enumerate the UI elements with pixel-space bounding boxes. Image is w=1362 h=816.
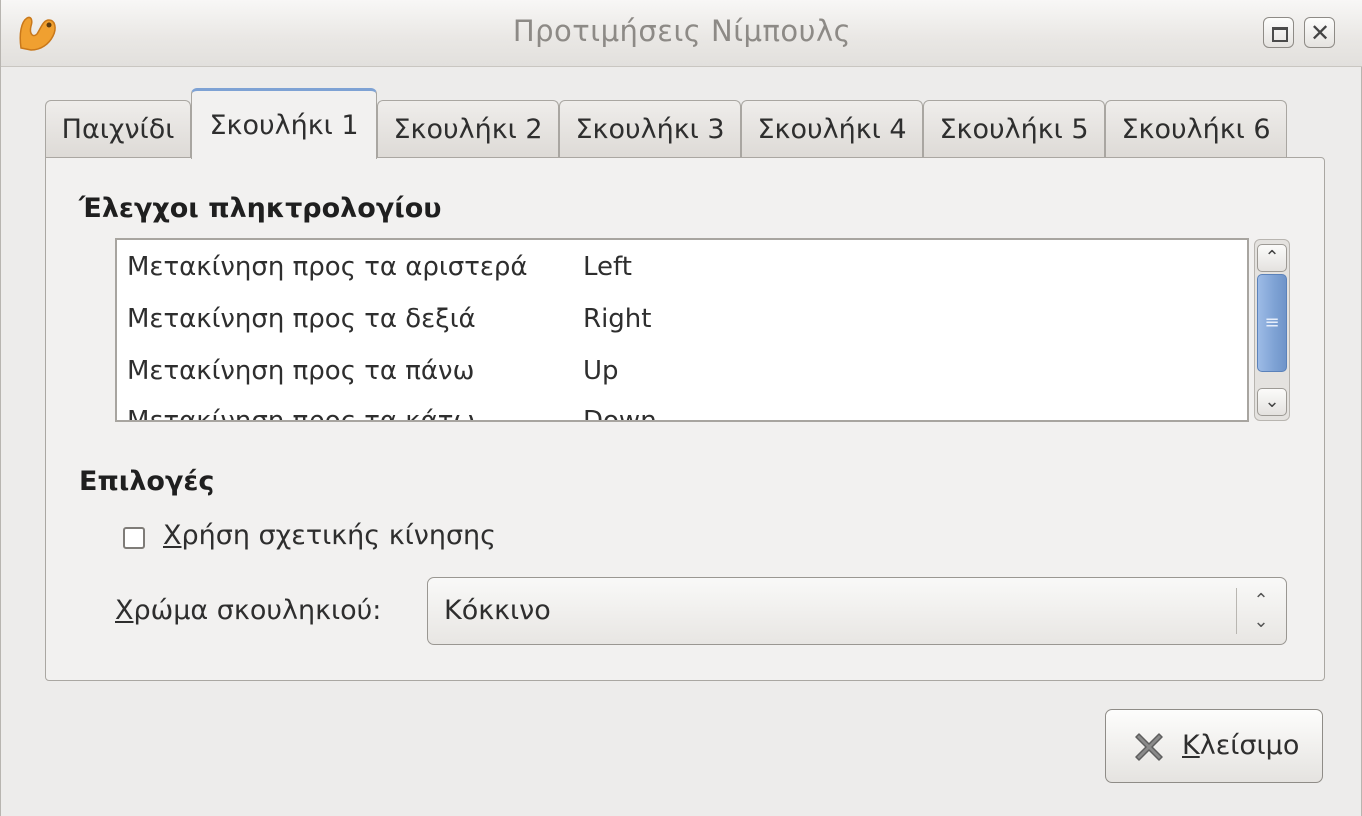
close-label: Κλείσιμο [1182, 730, 1299, 761]
close-button[interactable]: Κλείσιμο [1105, 709, 1323, 783]
scroll-down-button[interactable]: ⌄ [1257, 388, 1287, 416]
scroll-thumb[interactable]: ≡ [1257, 274, 1287, 372]
list-scrollbar[interactable]: ⌃ ≡ ⌄ [1254, 239, 1290, 421]
updown-arrows-icon: ⌃ ⌄ [1253, 590, 1269, 632]
tab-worm-2[interactable]: Σκουλήκι 2 [377, 100, 559, 158]
maximize-icon [1272, 27, 1288, 42]
grip-icon: ≡ [1264, 312, 1280, 333]
mnemonic: Χ [115, 595, 134, 626]
label-text: ρήση σχετικής κίνησης [181, 520, 497, 551]
maximize-button[interactable] [1263, 17, 1294, 48]
chevron-down-icon: ⌄ [1264, 391, 1280, 412]
relative-move-label[interactable]: Χρήση σχετικής κίνησης [163, 520, 496, 551]
window-title: Προτιμήσεις Νίμπουλς [512, 14, 852, 48]
tab-game[interactable]: Παιχνίδι [45, 100, 191, 158]
options-heading: Επιλογές [79, 466, 215, 497]
mnemonic: Κ [1182, 730, 1200, 761]
action-label: Μετακίνηση προς τα δεξιά [127, 304, 476, 334]
key-label: Left [583, 252, 632, 282]
worm-color-select[interactable]: Κόκκινο ⌃ ⌄ [427, 577, 1287, 645]
selected-color: Κόκκινο [444, 595, 551, 626]
mnemonic: Χ [163, 520, 182, 551]
tab-bar: Παιχνίδι Σκουλήκι 1 Σκουλήκι 2 Σκουλήκι … [45, 88, 1325, 159]
tab-worm-5[interactable]: Σκουλήκι 5 [923, 100, 1105, 158]
label-text: ρώμα σκουληκιού: [133, 595, 382, 626]
key-label: Up [583, 356, 619, 386]
title-bar[interactable]: Προτιμήσεις Νίμπουλς ✕ [1, 0, 1362, 67]
action-label: Μετακίνηση προς τα αριστερά [127, 252, 528, 282]
key-label: Right [583, 304, 652, 334]
close-window-button[interactable]: ✕ [1304, 17, 1335, 48]
scroll-up-button[interactable]: ⌃ [1257, 244, 1287, 272]
keyboard-controls-heading: Έλεγχοι πληκτρολογίου [79, 193, 442, 224]
action-label: Μετακίνηση προς τα κάτω [127, 406, 476, 422]
key-bindings-list[interactable]: Μετακίνηση προς τα αριστερά Left Μετακίν… [115, 238, 1249, 422]
tab-worm-1[interactable]: Σκουλήκι 1 [191, 88, 377, 159]
preferences-window: Προτιμήσεις Νίμπουλς ✕ Παιχνίδι Σκουλήκι… [0, 0, 1362, 816]
close-x-icon [1135, 733, 1163, 761]
tab-worm-4[interactable]: Σκουλήκι 4 [741, 100, 923, 158]
close-icon: ✕ [1309, 19, 1331, 47]
combo-separator [1236, 588, 1237, 634]
worm-color-label: Χρώμα σκουληκιού: [115, 595, 381, 626]
key-label: Down [583, 406, 657, 422]
tab-worm-6[interactable]: Σκουλήκι 6 [1105, 100, 1287, 158]
chevron-up-icon: ⌃ [1264, 247, 1280, 268]
label-text: λείσιμο [1199, 730, 1300, 761]
action-label: Μετακίνηση προς τα πάνω [127, 356, 475, 386]
relative-move-checkbox[interactable] [123, 527, 145, 549]
tab-worm-3[interactable]: Σκουλήκι 3 [559, 100, 741, 158]
